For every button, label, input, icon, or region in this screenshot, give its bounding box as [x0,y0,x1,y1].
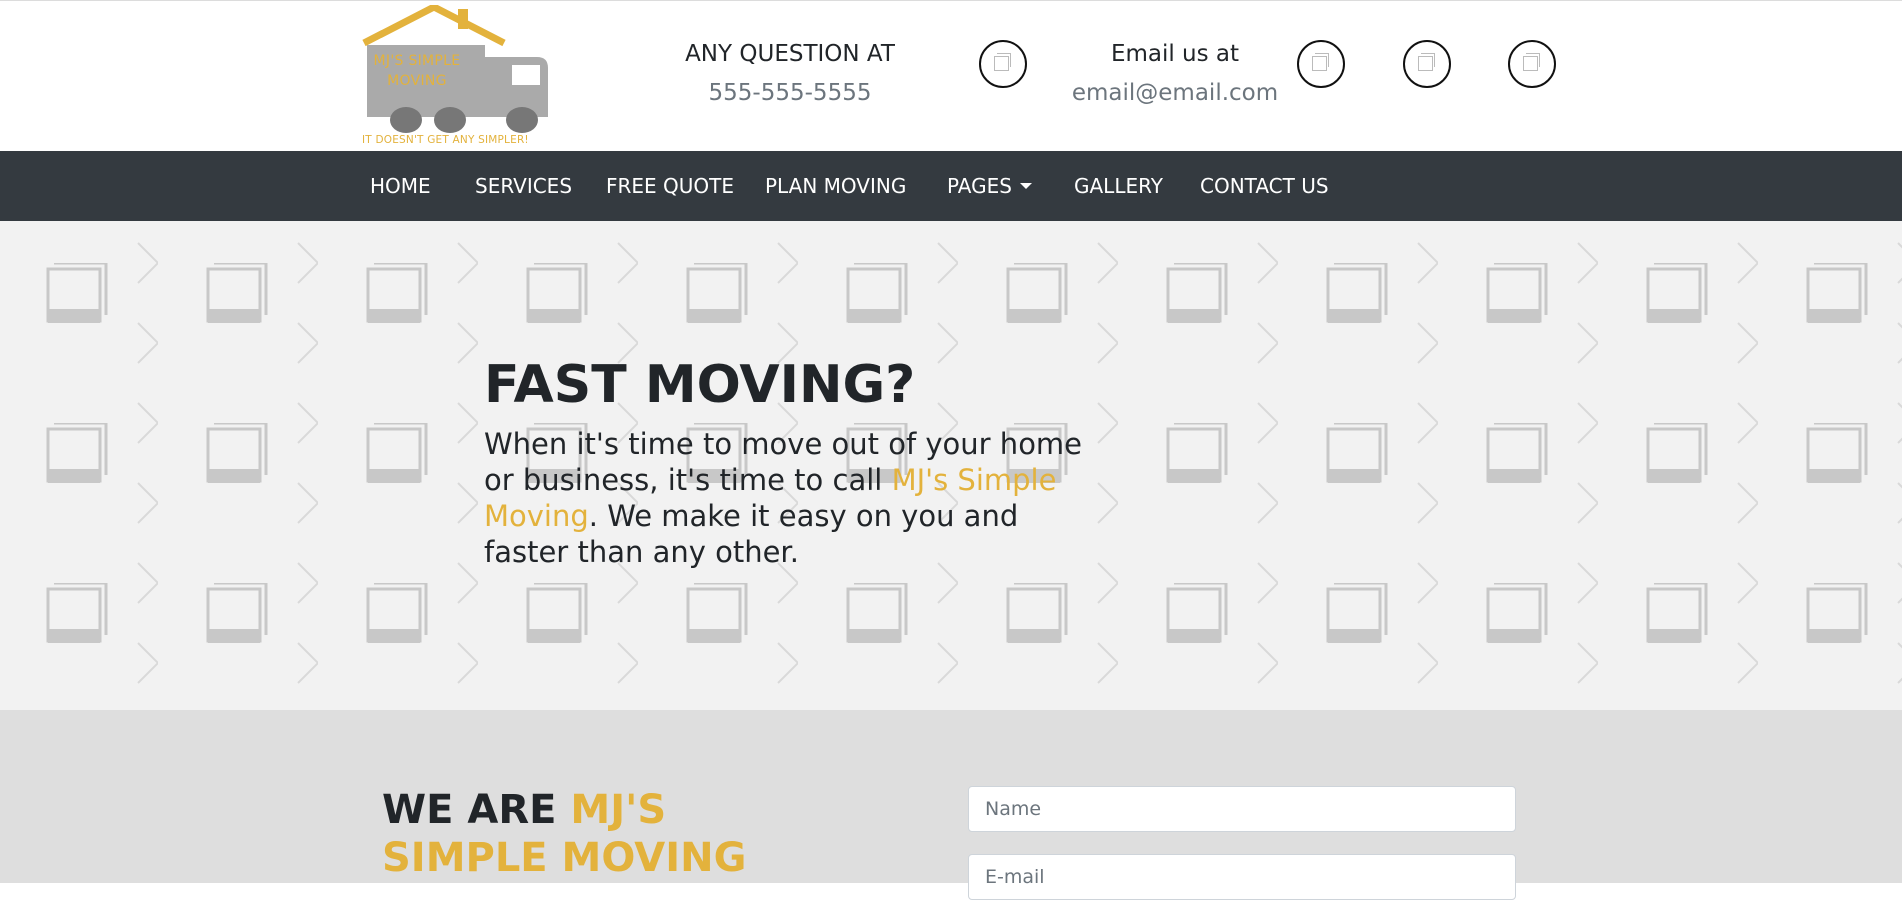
name-input[interactable] [968,786,1516,832]
phone-label: ANY QUESTION AT [685,41,895,67]
phone-number[interactable]: 555-555-5555 [660,80,920,106]
caret-down-icon [1019,183,1032,189]
nav-services[interactable]: SERVICES [475,151,572,221]
nav-gallery[interactable]: GALLERY [1074,151,1163,221]
email-contact: Email us at email@email.com [1060,41,1290,106]
image-icon[interactable] [1508,40,1556,88]
nav-pages-dropdown[interactable]: PAGES [947,151,1032,221]
about-section: WE ARE MJ'S SIMPLE MOVING [0,710,1902,900]
nav-plan-moving[interactable]: PLAN MOVING [765,151,906,221]
image-icon[interactable] [979,40,1027,88]
logo-text-line2: MOVING [387,73,447,89]
email-input[interactable] [968,854,1516,900]
about-title-prefix: WE ARE [382,787,571,833]
nav-free-quote[interactable]: FREE QUOTE [606,151,734,221]
site-header: MJ'S SIMPLE MOVING IT DOESN'T GET ANY SI… [0,0,1902,151]
nav-home[interactable]: HOME [370,151,431,221]
main-navbar: HOME SERVICES FREE QUOTE PLAN MOVING PAG… [0,151,1902,221]
hero-description: When it's time to move out of your home … [484,426,1104,570]
nav-pages-label: PAGES [947,174,1012,198]
about-title: WE ARE MJ'S SIMPLE MOVING [382,786,842,882]
company-logo[interactable]: MJ'S SIMPLE MOVING IT DOESN'T GET ANY SI… [362,5,552,147]
email-address[interactable]: email@email.com [1060,80,1290,106]
logo-tagline: IT DOESN'T GET ANY SIMPLER! [362,134,529,146]
email-label: Email us at [1110,41,1240,67]
nav-contact-us[interactable]: CONTACT US [1200,151,1329,221]
hero-section: FAST MOVING? When it's time to move out … [0,221,1902,710]
logo-text-line1: MJ'S SIMPLE [373,53,461,69]
hero-title: FAST MOVING? [484,355,916,415]
image-icon[interactable] [1297,40,1345,88]
phone-contact: ANY QUESTION AT 555-555-5555 [660,41,920,106]
image-icon[interactable] [1403,40,1451,88]
